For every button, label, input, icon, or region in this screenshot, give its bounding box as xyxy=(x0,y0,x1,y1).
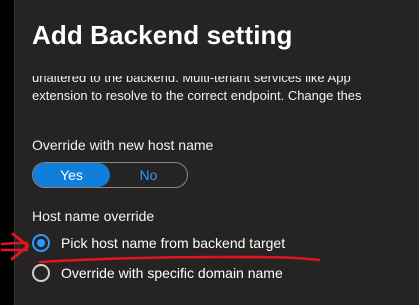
red-underline-icon xyxy=(38,255,321,264)
red-arrow-icon xyxy=(0,232,30,261)
screenshot-frame: Add Backend setting unaltered to the bac… xyxy=(0,0,419,305)
annotation-overlay xyxy=(0,232,321,264)
